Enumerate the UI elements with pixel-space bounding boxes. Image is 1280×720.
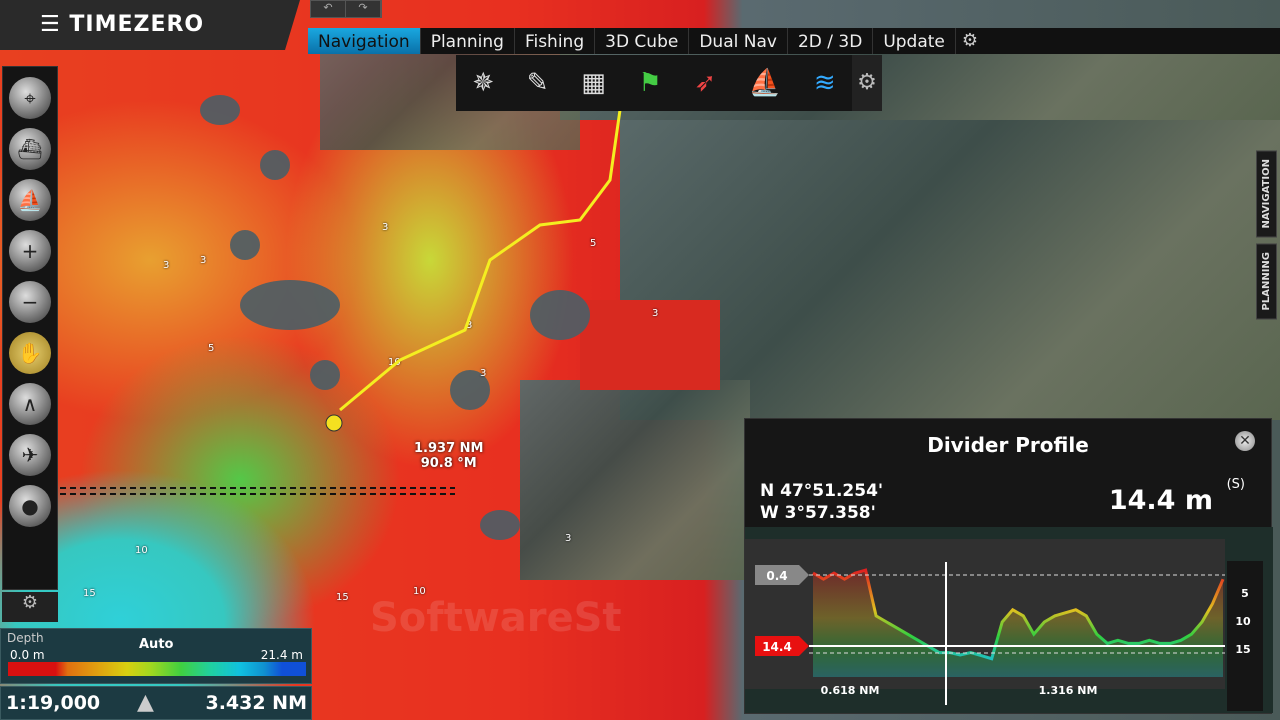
depth-unit: (S) [1226,477,1245,492]
axis-tick: 5 [1241,587,1249,600]
zoom-out-icon[interactable]: − [9,281,51,323]
hamburger-icon[interactable]: ☰ [40,12,69,37]
ribbon-toolbar: ✵ ✎ ▦ ⚑ ➶ ⛵ ≋ [456,55,852,111]
tab-2d-3d[interactable]: 2D / 3D [788,28,874,54]
compass-rose-icon[interactable]: ✵ [472,68,494,98]
app-title: TIMEZERO [69,12,205,37]
undo-redo-group: ↶ ↷ [310,0,382,18]
head-up-icon[interactable]: ⌖ [9,77,51,119]
mob-icon[interactable]: ● [9,485,51,527]
bottom-marker-label: 14.4 [762,640,792,654]
app-header: ☰ TIMEZERO [0,0,300,50]
side-tab-navigation[interactable]: NAVIGATION [1256,150,1277,238]
tools-settings-icon[interactable]: ⚙ [2,592,58,622]
center-boat-icon[interactable]: ⛴ [9,128,51,170]
scale-bar: 1:19,000 ▲ 3.432 NM [0,686,312,720]
right-distance: 1.316 NM [1039,684,1098,697]
depth-legend-mode[interactable]: Auto [139,637,173,652]
depth-color-bar [8,662,306,676]
zoom-in-icon[interactable]: + [9,230,51,272]
chart-layers-icon[interactable]: ✎ [527,68,549,98]
divider-profile-panel: Divider Profile ✕ N 47°51.254' W 3°57.35… [744,418,1273,714]
tab-dual-nav[interactable]: Dual Nav [689,28,788,54]
track-line [339,109,622,412]
pan-hand-icon[interactable]: ✋ [9,332,51,374]
workspace-tabs: Navigation Planning Fishing 3D Cube Dual… [308,28,1280,54]
boat-icon[interactable]: ➶ [694,68,716,98]
left-distance: 0.618 NM [821,684,880,697]
depth-legend: Depth Auto 0.0 m 21.4 m [0,628,312,684]
boat-view-icon[interactable]: ⛵ [9,179,51,221]
left-toolbar: ⌖ ⛴ ⛵ + − ✋ ∧ ✈ ● [2,66,58,590]
tide-icon[interactable]: ⛵ [749,68,781,98]
longitude: W 3°57.358' [760,503,876,523]
top-marker-label: 0.4 [766,569,787,583]
divider-icon[interactable]: ∧ [9,383,51,425]
north-arrow-icon[interactable]: ▲ [137,690,154,715]
toolbar-gear-icon[interactable]: ⚙ [852,55,882,111]
depth-max: 21.4 m [260,648,303,662]
tab-planning[interactable]: Planning [421,28,515,54]
sounder-icon[interactable]: ≋ [814,68,836,98]
tab-update[interactable]: Update [873,28,956,54]
depth-legend-title: Depth [7,631,44,645]
depth-min: 0.0 m [10,648,45,662]
panel-title: Divider Profile [927,433,1089,457]
close-icon[interactable]: ✕ [1235,431,1255,451]
route-icon[interactable]: ⚑ [638,68,661,98]
measure-icon[interactable]: ✈ [9,434,51,476]
waypoint-marker [325,414,343,432]
tab-3d-cube[interactable]: 3D Cube [595,28,690,54]
chart-frame-icon[interactable]: ▦ [581,68,606,98]
side-tabs: NAVIGATION PLANNING [1256,150,1280,326]
depth-value: 14.4 m [1108,485,1213,516]
scale-ratio: 1:19,000 [6,692,101,714]
tab-navigation[interactable]: Navigation [308,28,421,54]
axis-tick: 15 [1235,643,1250,656]
axis-tick: 10 [1235,615,1251,628]
tab-fishing[interactable]: Fishing [515,28,596,54]
side-tab-planning[interactable]: PLANNING [1256,243,1277,320]
depth-profile-chart[interactable]: 0.4 14.4 5 10 15 0.618 NM 1.316 NM [745,527,1273,713]
redo-button[interactable]: ↷ [346,1,381,17]
scale-range: 3.432 NM [205,692,307,714]
undo-button[interactable]: ↶ [311,1,346,17]
gear-icon[interactable]: ⚙ [956,28,984,54]
latitude: N 47°51.254' [760,481,884,501]
divider-readout: 1.937 NM 90.8 °M [414,441,484,471]
